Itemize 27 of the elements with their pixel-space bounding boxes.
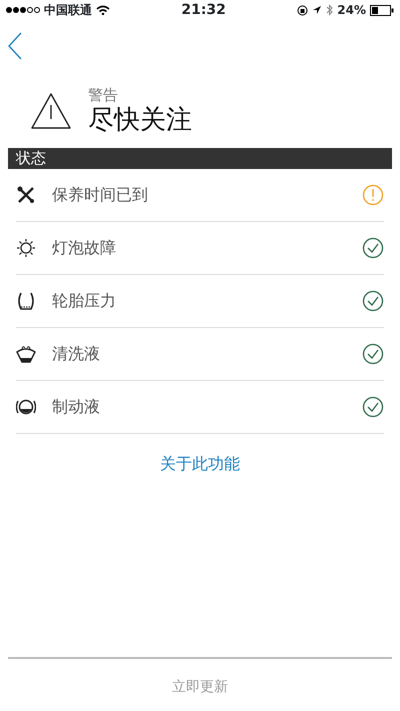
header-label: 警告 <box>88 86 119 104</box>
wrench-screwdriver-icon <box>16 185 36 205</box>
wifi-icon <box>96 5 110 15</box>
battery-icon <box>370 4 394 16</box>
tire-icon <box>16 291 36 311</box>
status-label: 清洗液 <box>52 343 101 365</box>
brake-fluid-icon <box>16 397 36 417</box>
warning-icon <box>30 92 72 130</box>
carrier-name: 中国联通 <box>44 2 92 19</box>
signal-icon <box>6 6 40 14</box>
battery-percent: 24% <box>337 2 366 19</box>
rotation-lock-icon <box>297 4 308 16</box>
about-link[interactable]: 关于此功能 <box>160 454 240 473</box>
back-icon <box>8 32 22 60</box>
status-label: 灯泡故障 <box>52 237 117 259</box>
washer-fluid-icon <box>16 344 36 364</box>
location-icon <box>312 5 322 15</box>
header-title: 尽快关注 <box>88 104 192 136</box>
bluetooth-icon <box>326 4 334 16</box>
status-label: 制动液 <box>52 396 101 418</box>
bulb-icon <box>16 238 36 258</box>
section-header: 状态 <box>8 148 392 169</box>
clock-time: 21:32 <box>180 0 227 20</box>
back-button[interactable] <box>8 32 22 60</box>
status-label: 轮胎压力 <box>52 290 117 312</box>
status-label: 保养时间已到 <box>52 184 149 206</box>
update-button[interactable]: 立即更新 <box>160 671 240 704</box>
